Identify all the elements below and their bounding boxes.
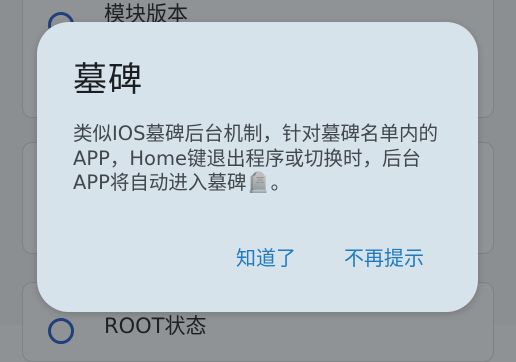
root-status-title: ROOT状态: [104, 314, 207, 338]
dialog-actions: 知道了 不再提示: [236, 242, 424, 271]
got-it-button[interactable]: 知道了: [236, 242, 296, 271]
dont-show-again-button[interactable]: 不再提示: [344, 242, 424, 271]
status-icon: [48, 318, 74, 344]
dialog-title: 墓碑: [73, 60, 143, 100]
tombstone-dialog: 墓碑 类似IOS墓碑后台机制，针对墓碑名单内的APP，Home键退出程序或切换时…: [37, 22, 478, 312]
dialog-message: 类似IOS墓碑后台机制，针对墓碑名单内的APP，Home键退出程序或切换时，后台…: [73, 122, 438, 194]
